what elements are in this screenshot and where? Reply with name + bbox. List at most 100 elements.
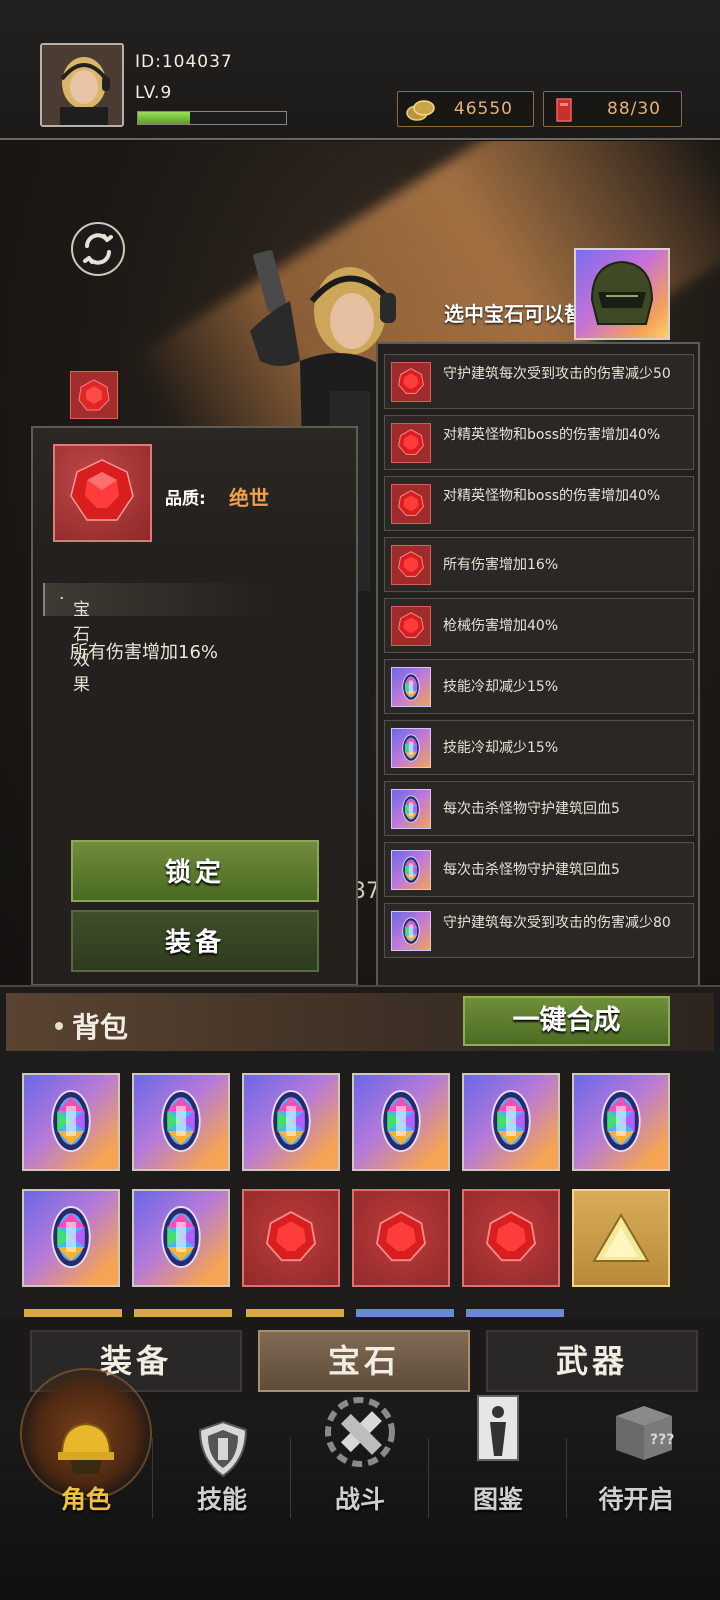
rainbow-gem-icon (134, 1081, 228, 1165)
gem-option-row[interactable]: 守护建筑每次受到攻击的伤害减少80 (384, 903, 694, 958)
red-card-icon (552, 97, 576, 127)
svg-text:???: ??? (650, 1432, 674, 1448)
rainbow-gem-icon (574, 1081, 668, 1165)
nav-skills[interactable]: 技能 (152, 1398, 292, 1548)
gem-option-row[interactable]: 每次击杀怪物守护建筑回血5 (384, 842, 694, 897)
nav-locked[interactable]: ??? 待开启 (566, 1398, 706, 1548)
nav-battle-label: 战斗 (334, 1485, 385, 1514)
backpack-item[interactable] (242, 1073, 340, 1171)
gem-effect-header: · 宝石效果 (43, 583, 273, 695)
gem-effect-header-label: · 宝石效果 (59, 589, 90, 695)
nav-codex-label: 图鉴 (472, 1485, 523, 1514)
red-gem-icon (464, 1201, 558, 1279)
gem-replace-list: 守护建筑每次受到攻击的伤害减少50 对精英怪物和boss的伤害增加40% 对精英… (376, 342, 700, 987)
rainbow-gem-icon (464, 1081, 558, 1165)
tab-weapons[interactable]: 武器 (486, 1330, 698, 1392)
rainbow-gem-icon (244, 1081, 338, 1165)
one-click-merge-button[interactable]: 一键合成 (463, 996, 670, 1046)
backpack-item[interactable] (462, 1189, 560, 1287)
swap-button[interactable] (71, 222, 125, 276)
swap-arrows-icon (83, 233, 113, 265)
red-gem-icon (391, 423, 431, 463)
red-gem-icon (391, 606, 431, 646)
gem-option-text: 对精英怪物和boss的伤害增加40% (443, 427, 661, 443)
backpack-item[interactable] (132, 1073, 230, 1171)
player-level: LV.9 (135, 83, 173, 103)
shield-icon (198, 1420, 248, 1478)
gem-effect-text: 所有伤害增加16% (70, 642, 219, 663)
backpack-item[interactable] (462, 1073, 560, 1171)
backpack-item[interactable] (352, 1073, 450, 1171)
gold-value: 46550 (453, 99, 513, 119)
bottom-nav: 角色 技能 战斗 图鉴 ??? 待开启 (0, 1368, 720, 1600)
backpack-item[interactable] (132, 1189, 230, 1287)
gold-triangle-icon (574, 1191, 668, 1289)
locked-box-icon: ??? (616, 1406, 674, 1460)
nav-character-label: 角色 (60, 1485, 111, 1514)
backpack-item[interactable] (22, 1073, 120, 1171)
partial-item (356, 1309, 454, 1317)
nav-codex[interactable]: 图鉴 (428, 1395, 568, 1548)
partial-item (134, 1309, 232, 1317)
gem-option-text: 技能冷却减少15% (443, 679, 559, 695)
gem-option-row[interactable]: 对精英怪物和boss的伤害增加40% (384, 415, 694, 470)
nav-skills-label: 技能 (196, 1485, 247, 1514)
gem-option-row[interactable]: 守护建筑每次受到攻击的伤害减少50 (384, 354, 694, 409)
card-value: 88/30 (607, 99, 661, 119)
crossed-swords-icon (325, 1397, 395, 1467)
backpack-item[interactable] (352, 1189, 450, 1287)
partial-item (246, 1309, 344, 1317)
gold-counter[interactable]: 46550 (397, 91, 534, 127)
backpack-item[interactable] (22, 1189, 120, 1287)
equip-button[interactable]: 装备 (71, 910, 319, 972)
gem-option-text: 对精英怪物和boss的伤害增加40% (443, 488, 661, 504)
card-counter[interactable]: 88/30 (543, 91, 682, 127)
rainbow-gem-icon (391, 728, 431, 768)
rainbow-gem-icon (134, 1197, 228, 1281)
gem-detail-panel: 品质: 绝世 · 宝石效果 所有伤害增加16% 锁定 装备 (31, 426, 358, 986)
player-id: ID:104037 (135, 52, 233, 72)
gem-option-row[interactable]: 技能冷却减少15% (384, 720, 694, 775)
backpack-item[interactable] (572, 1189, 670, 1287)
xp-fill (138, 112, 190, 124)
codex-icon (477, 1395, 519, 1461)
player-avatar[interactable] (40, 43, 124, 127)
nav-character[interactable]: 角色 (16, 1398, 156, 1548)
nav-battle[interactable]: 战斗 (290, 1397, 430, 1548)
gem-option-text: 守护建筑每次受到攻击的伤害减少80 (443, 915, 671, 931)
equipped-gem-slot[interactable] (70, 371, 118, 419)
rainbow-gem-icon (354, 1081, 448, 1165)
gem-option-text: 所有伤害增加16% (443, 557, 559, 573)
lock-button[interactable]: 锁定 (71, 840, 319, 902)
gem-option-row[interactable]: 所有伤害增加16% (384, 537, 694, 592)
gem-option-row[interactable]: 对精英怪物和boss的伤害增加40% (384, 476, 694, 531)
gem-option-text: 枪械伤害增加40% (443, 618, 559, 634)
red-gem-icon (244, 1201, 338, 1279)
quality-label: 品质: (165, 489, 206, 509)
red-gem-icon (391, 362, 431, 402)
top-bar: ID:104037 LV.9 46550 88/30 (0, 0, 720, 140)
gem-option-row[interactable]: 技能冷却减少15% (384, 659, 694, 714)
gem-option-row[interactable]: 枪械伤害增加40% (384, 598, 694, 653)
quality-value: 绝世 (229, 486, 269, 510)
rainbow-gem-icon (391, 789, 431, 829)
backpack-item[interactable] (572, 1073, 670, 1171)
red-gem-icon (78, 379, 110, 411)
gem-option-row[interactable]: 每次击杀怪物守护建筑回血5 (384, 781, 694, 836)
gem-option-text: 每次击杀怪物守护建筑回血5 (443, 862, 620, 878)
gold-coin-icon (406, 97, 436, 127)
red-gem-icon (391, 484, 431, 524)
helmet-icon (590, 260, 654, 325)
partial-item (466, 1309, 564, 1317)
helmet-icon (58, 1422, 114, 1474)
detail-header: 品质: 绝世 (33, 428, 356, 574)
gem-option-text: 守护建筑每次受到攻击的伤害减少50 (443, 366, 671, 382)
helmet-slot[interactable] (574, 248, 670, 340)
gem-option-text: 技能冷却减少15% (443, 740, 559, 756)
backpack-item[interactable] (242, 1189, 340, 1287)
tab-gems[interactable]: 宝石 (258, 1330, 470, 1392)
xp-bar (137, 111, 287, 125)
red-gem-icon (391, 545, 431, 585)
red-gem-icon (354, 1201, 448, 1279)
rainbow-gem-icon (24, 1081, 118, 1165)
